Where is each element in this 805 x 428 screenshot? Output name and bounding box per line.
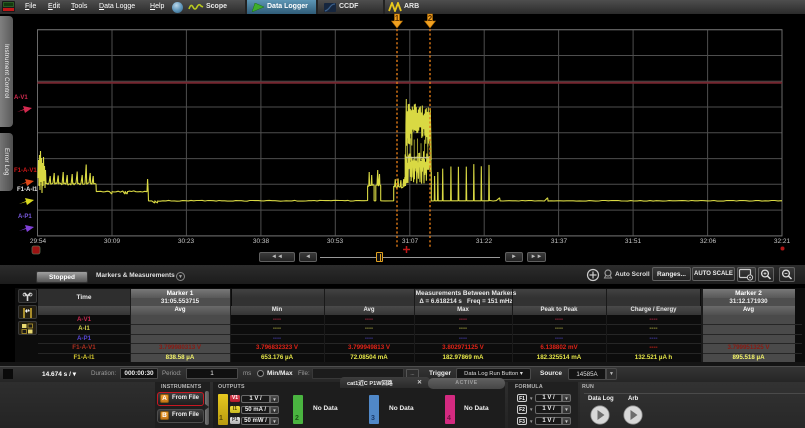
svg-text:1: 1 [395,14,400,23]
svg-text:2: 2 [428,14,433,23]
